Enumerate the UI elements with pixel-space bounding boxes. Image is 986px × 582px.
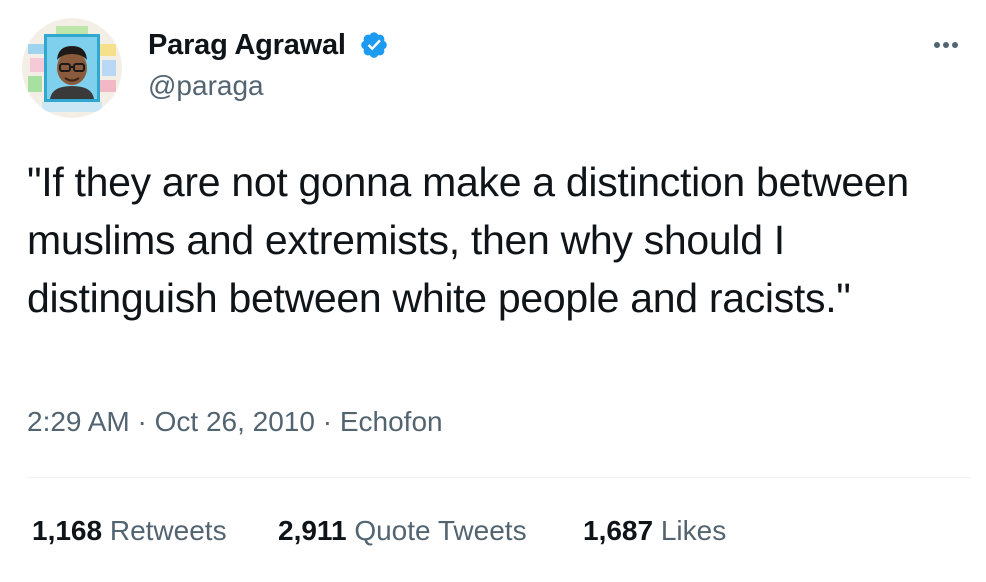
verified-badge-icon (361, 32, 387, 58)
quote-tweets-stat[interactable]: 2,911 Quote Tweets (278, 513, 527, 549)
tweet-metadata: 2:29 AM · Oct 26, 2010 · Echofon (27, 404, 443, 440)
likes-count: 1,687 (583, 515, 654, 546)
tweet-time[interactable]: 2:29 AM (27, 406, 130, 437)
avatar[interactable] (22, 18, 122, 118)
tweet-text: "If they are not gonna make a distinctio… (27, 159, 909, 321)
quote-tweets-count: 2,911 (278, 515, 347, 546)
author-display-name[interactable]: Parag Agrawal (148, 28, 346, 62)
author-handle[interactable]: @paraga (148, 69, 264, 103)
divider (27, 477, 971, 478)
retweets-label: Retweets (109, 515, 227, 546)
likes-label: Likes (660, 515, 727, 546)
retweets-count: 1,168 (32, 515, 103, 546)
quote-tweets-label: Quote Tweets (354, 515, 527, 546)
avatar-illustration-icon (22, 18, 122, 118)
tweet-date[interactable]: Oct 26, 2010 (155, 406, 315, 437)
meta-separator: · (322, 406, 333, 437)
more-options-icon[interactable] (924, 28, 968, 62)
tweet-card: Parag Agrawal @paraga "If they are not g… (0, 0, 986, 582)
meta-separator: · (137, 406, 147, 437)
likes-stat[interactable]: 1,687 Likes (583, 513, 726, 549)
tweet-source[interactable]: Echofon (340, 406, 443, 437)
retweets-stat[interactable]: 1,168 Retweets (32, 513, 227, 549)
